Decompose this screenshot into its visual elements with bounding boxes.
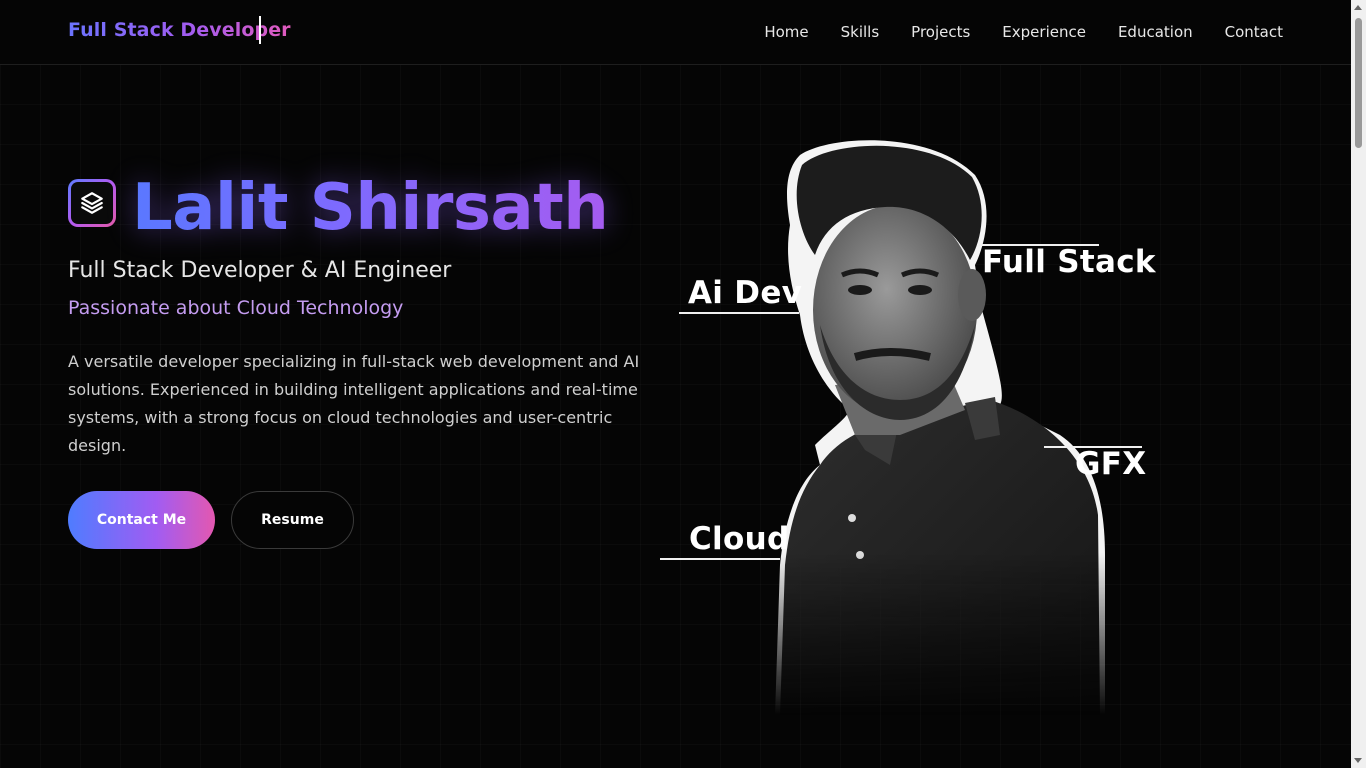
portrait-image bbox=[775, 140, 1105, 715]
nav-link-contact[interactable]: Contact bbox=[1225, 23, 1283, 41]
scroll-down-arrow-icon[interactable] bbox=[1354, 758, 1362, 763]
scrollbar-thumb[interactable] bbox=[1355, 18, 1362, 148]
nav-link-skills[interactable]: Skills bbox=[841, 23, 880, 41]
cloud-underline bbox=[660, 558, 780, 560]
hero-description: A versatile developer specializing in fu… bbox=[68, 352, 640, 455]
hero-name: Lalit Shirsath bbox=[132, 168, 609, 248]
label-gfx: GFX bbox=[1075, 446, 1147, 482]
nav-links: Home Skills Projects Experience Educatio… bbox=[764, 0, 1283, 64]
label-cloud: Cloud bbox=[689, 521, 790, 557]
top-navbar: Full Stack Developer Home Skills Project… bbox=[0, 0, 1351, 65]
layers-icon bbox=[81, 192, 103, 214]
resume-button[interactable]: Resume bbox=[231, 491, 354, 549]
typing-caret bbox=[259, 16, 261, 44]
nav-link-education[interactable]: Education bbox=[1118, 23, 1193, 41]
hero-role: Full Stack Developer & AI Engineer bbox=[68, 258, 452, 283]
contact-me-button[interactable]: Contact Me bbox=[68, 491, 215, 549]
label-ai-dev: Ai Dev bbox=[688, 275, 803, 311]
layers-icon-badge bbox=[68, 179, 116, 227]
label-full-stack: Full Stack bbox=[982, 244, 1156, 280]
ai-dev-underline bbox=[679, 312, 799, 314]
hero-tagline: Passionate about Cloud Technology bbox=[68, 297, 404, 319]
nav-link-home[interactable]: Home bbox=[764, 23, 808, 41]
page-scrollbar[interactable] bbox=[1351, 0, 1366, 768]
scroll-up-arrow-icon[interactable] bbox=[1354, 5, 1362, 10]
nav-link-projects[interactable]: Projects bbox=[911, 23, 970, 41]
brand-logo-text[interactable]: Full Stack Developer bbox=[68, 19, 291, 41]
nav-link-experience[interactable]: Experience bbox=[1002, 23, 1086, 41]
